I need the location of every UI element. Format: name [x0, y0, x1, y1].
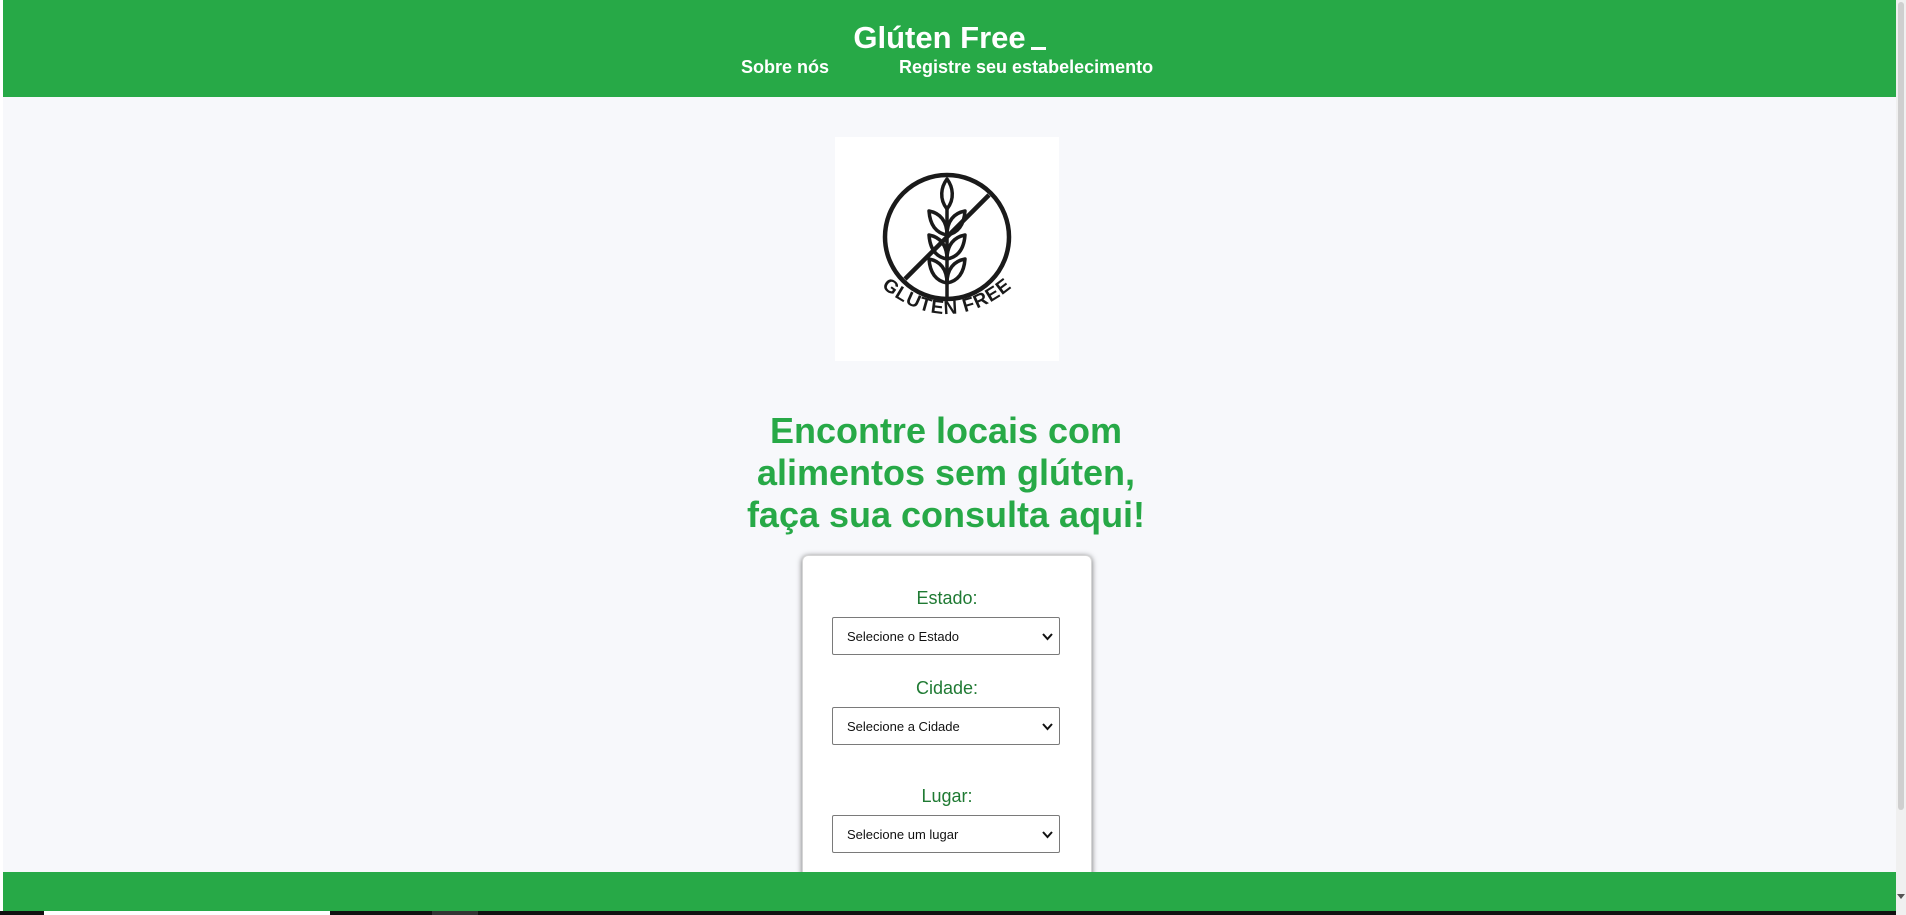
gluten-free-logo: GLUTEN FREE [835, 137, 1059, 361]
place-label: Lugar: [921, 786, 973, 806]
nav-link-register[interactable]: Registre seu estabelecimento [899, 56, 1153, 78]
chevron-down-icon [1042, 633, 1053, 641]
hero-line-3: faça sua consulta aqui! [746, 494, 1146, 535]
state-select-value: Selecione o Estado [847, 629, 960, 644]
site-footer [3, 872, 1896, 912]
chevron-down-icon [1042, 831, 1053, 839]
scrollbar-thumb[interactable] [1898, 2, 1904, 810]
nav-link-about[interactable]: Sobre nós [741, 56, 829, 78]
state-label: Estado: [916, 588, 978, 608]
place-select[interactable]: Selecione um lugar [832, 815, 1060, 853]
bottom-bar [0, 911, 1906, 915]
city-select-value: Selecione a Cidade [847, 719, 960, 734]
site-header: Glúten Free Sobre nós Registre seu estab… [3, 0, 1896, 97]
hero-line-1: Encontre locais com [769, 410, 1123, 451]
chevron-down-icon [1042, 723, 1053, 731]
hero-line-2: alimentos sem glúten, [756, 452, 1136, 493]
city-label: Cidade: [915, 678, 979, 698]
vertical-scrollbar[interactable] [1896, 0, 1906, 915]
site-brand[interactable]: Glúten Free [3, 20, 1896, 56]
bottom-bar-segment [432, 911, 478, 915]
city-select[interactable]: Selecione a Cidade [832, 707, 1060, 745]
state-select[interactable]: Selecione o Estado [832, 617, 1060, 655]
cursor-underscore [1030, 47, 1046, 50]
brand-title[interactable]: Glúten Free [853, 20, 1025, 55]
wheat-crossed-out-icon: GLUTEN FREE [878, 172, 1015, 319]
page: Glúten Free Sobre nós Registre seu estab… [0, 0, 1906, 915]
scroll-down-arrow-icon[interactable] [1897, 892, 1905, 900]
search-form: Estado: Selecione o Estado Cidade: Selec… [802, 555, 1092, 915]
bottom-bar-segment [44, 911, 330, 915]
hero-heading: Encontre locais com alimentos sem glúten… [700, 410, 1192, 536]
left-edge [0, 0, 3, 915]
place-select-value: Selecione um lugar [847, 827, 959, 842]
